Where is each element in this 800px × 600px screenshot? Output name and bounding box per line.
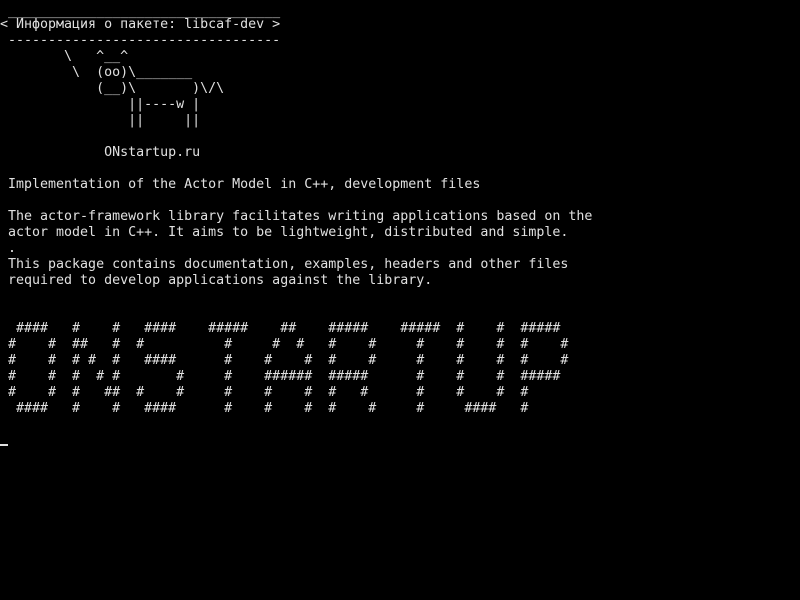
banner-line: # # # # # # # ###### ##### # # # ##### <box>0 369 561 384</box>
package-description-line: The actor-framework library facilitates … <box>0 209 593 224</box>
package-description-line: This package contains documentation, exa… <box>0 257 569 272</box>
text-cursor <box>0 444 8 446</box>
package-description-line: required to develop applications against… <box>0 273 433 288</box>
site-label: ONstartup.ru <box>0 145 201 160</box>
cow-line: (__)\ )\/\ <box>0 81 225 96</box>
terminal-screen[interactable]: __________________________________ < Инф… <box>0 0 800 600</box>
banner-line: #### # # #### ##### ## ##### ##### # # #… <box>0 321 561 336</box>
cow-line: \ (oo)\_______ <box>0 65 193 80</box>
package-description-line: actor model in C++. It aims to be lightw… <box>0 225 569 240</box>
package-description-line: . <box>0 241 17 256</box>
banner-line: # # ## # # # # # # # # # # # # <box>0 337 569 352</box>
cow-line: \ ^__^ <box>0 49 129 64</box>
package-summary: Implementation of the Actor Model in C++… <box>0 177 481 192</box>
banner-line: #### # # #### # # # # # # #### # <box>0 401 529 416</box>
cowsay-border-bottom: ---------------------------------- <box>0 33 281 48</box>
banner-line: # # # ## # # # # # # # # # # # <box>0 385 529 400</box>
cowsay-message: < Информация о пакете: libcaf-dev > <box>0 17 281 32</box>
cow-line: ||----w | <box>0 97 201 112</box>
banner-line: # # # # # #### # # # # # # # # # # <box>0 353 569 368</box>
cow-line: || || <box>0 113 201 128</box>
